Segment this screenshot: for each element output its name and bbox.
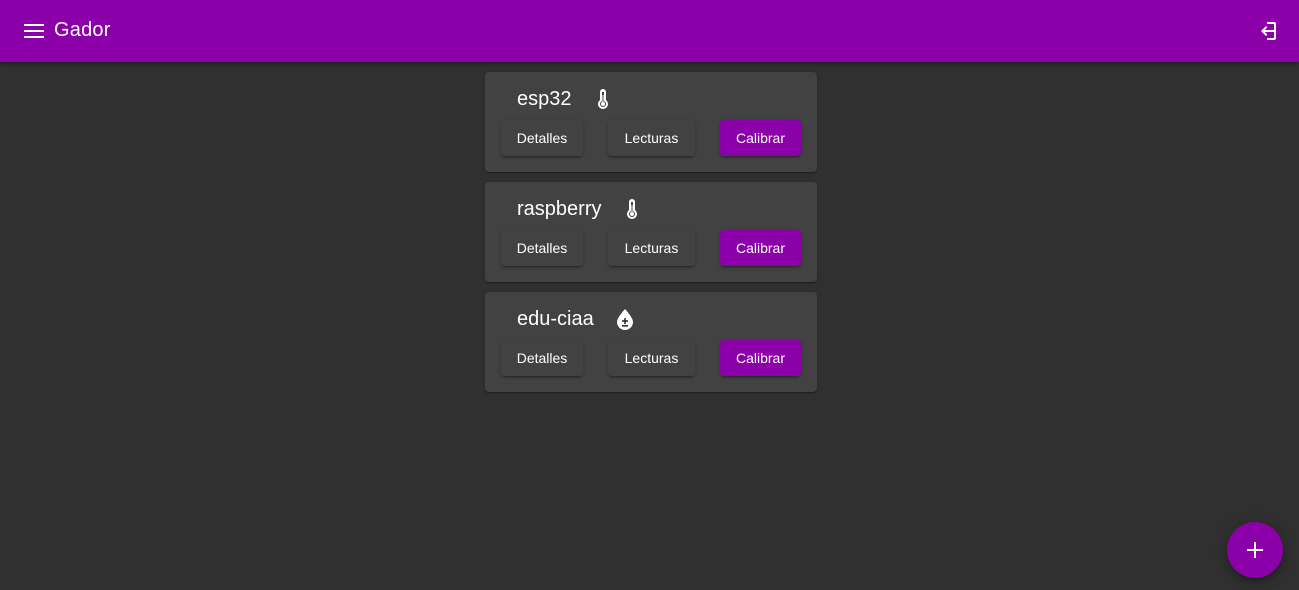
menu-icon bbox=[24, 24, 44, 38]
thermometer-icon bbox=[592, 88, 614, 110]
calibrate-button[interactable]: Calibrar bbox=[720, 340, 801, 376]
device-title-row: raspberry bbox=[517, 196, 643, 222]
device-title-row: esp32 bbox=[517, 86, 614, 112]
calibrate-button[interactable]: Calibrar bbox=[720, 120, 801, 156]
thermometer-icon bbox=[621, 198, 643, 220]
menu-button[interactable] bbox=[20, 17, 48, 45]
details-button[interactable]: Detalles bbox=[501, 120, 583, 156]
plus-icon bbox=[1247, 542, 1263, 558]
device-name: esp32 bbox=[517, 88, 572, 110]
readings-button[interactable]: Lecturas bbox=[608, 230, 695, 266]
water-drop-icon bbox=[614, 308, 636, 330]
details-button[interactable]: Detalles bbox=[501, 340, 583, 376]
device-name: edu-ciaa bbox=[517, 308, 594, 330]
app-bar: Gador bbox=[0, 0, 1299, 62]
readings-button[interactable]: Lecturas bbox=[608, 340, 695, 376]
add-device-button[interactable] bbox=[1227, 522, 1283, 578]
device-list: esp32 Detalles Lecturas Calibrar raspber… bbox=[485, 72, 817, 402]
device-title-row: edu-ciaa bbox=[517, 306, 636, 332]
device-card: edu-ciaa Detalles Lecturas Calibrar bbox=[485, 292, 817, 392]
app-title: Gador bbox=[54, 19, 111, 41]
readings-button[interactable]: Lecturas bbox=[608, 120, 695, 156]
calibrate-button[interactable]: Calibrar bbox=[720, 230, 801, 266]
login-button[interactable] bbox=[1254, 18, 1280, 44]
login-icon bbox=[1261, 22, 1276, 40]
device-card: raspberry Detalles Lecturas Calibrar bbox=[485, 182, 817, 282]
device-card: esp32 Detalles Lecturas Calibrar bbox=[485, 72, 817, 172]
device-name: raspberry bbox=[517, 198, 602, 220]
details-button[interactable]: Detalles bbox=[501, 230, 583, 266]
